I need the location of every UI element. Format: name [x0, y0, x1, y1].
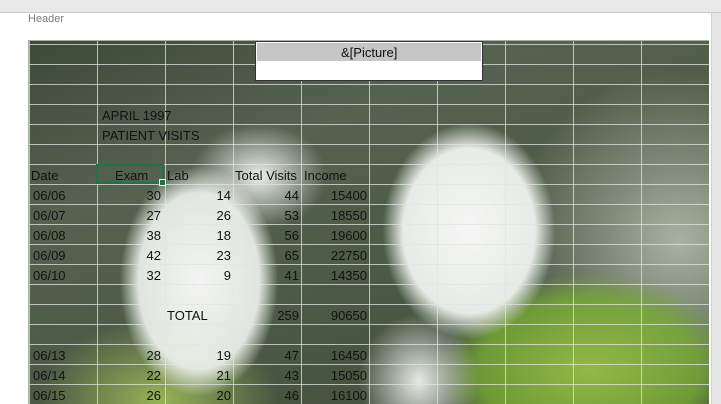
header-picture-field[interactable]: &[Picture]: [255, 41, 483, 81]
lab-cell[interactable]: 20: [165, 388, 231, 404]
header-label: Header: [28, 13, 65, 25]
date-cell[interactable]: 06/09: [33, 248, 93, 264]
total-visits-cell[interactable]: 65: [233, 248, 299, 264]
exam-cell[interactable]: 22: [97, 368, 161, 384]
lab-cell[interactable]: 19: [165, 348, 231, 364]
total-visits-cell[interactable]: 53: [233, 208, 299, 224]
total-income-sum[interactable]: 90650: [301, 308, 367, 324]
date-cell[interactable]: 06/07: [33, 208, 93, 224]
income-cell[interactable]: 18550: [301, 208, 367, 224]
lab-cell[interactable]: 26: [165, 208, 231, 224]
income-cell[interactable]: 19600: [301, 228, 367, 244]
exam-cell[interactable]: 26: [97, 388, 161, 404]
exam-cell[interactable]: 30: [97, 188, 161, 204]
date-cell[interactable]: 06/06: [33, 188, 93, 204]
exam-cell[interactable]: 38: [97, 228, 161, 244]
picture-placeholder-text: &[Picture]: [341, 45, 398, 60]
exam-cell[interactable]: 27: [97, 208, 161, 224]
picture-placeholder-highlight: &[Picture]: [257, 43, 481, 61]
total-visits-cell[interactable]: 46: [233, 388, 299, 404]
income-cell[interactable]: 15400: [301, 188, 367, 204]
column-header-income[interactable]: Income: [304, 168, 347, 184]
exam-cell[interactable]: 32: [97, 268, 161, 284]
column-header-lab[interactable]: Lab: [167, 168, 189, 184]
worksheet-area[interactable]: &[Picture] APRIL 1997 PATIENT VISITS Dat…: [28, 40, 709, 404]
title-month[interactable]: APRIL 1997: [102, 108, 172, 124]
income-cell[interactable]: 14350: [301, 268, 367, 284]
title-subtitle[interactable]: PATIENT VISITS: [102, 128, 200, 144]
column-header-total-visits[interactable]: Total Visits: [235, 168, 297, 184]
total-visits-cell[interactable]: 41: [233, 268, 299, 284]
income-cell[interactable]: 15050: [301, 368, 367, 384]
date-cell[interactable]: 06/15: [33, 388, 93, 404]
total-label[interactable]: TOTAL: [167, 308, 208, 324]
lab-cell[interactable]: 23: [165, 248, 231, 264]
date-cell[interactable]: 06/13: [33, 348, 93, 364]
lab-cell[interactable]: 21: [165, 368, 231, 384]
exam-cell[interactable]: 28: [97, 348, 161, 364]
lab-cell[interactable]: 9: [165, 268, 231, 284]
window-top-edge: [0, 0, 721, 13]
income-cell[interactable]: 16100: [301, 388, 367, 404]
total-visits-cell[interactable]: 44: [233, 188, 299, 204]
exam-cell[interactable]: 42: [97, 248, 161, 264]
date-cell[interactable]: 06/14: [33, 368, 93, 384]
lab-cell[interactable]: 14: [165, 188, 231, 204]
column-header-date[interactable]: Date: [31, 168, 58, 184]
total-visits-cell[interactable]: 43: [233, 368, 299, 384]
date-cell[interactable]: 06/10: [33, 268, 93, 284]
total-visits-cell[interactable]: 56: [233, 228, 299, 244]
active-cell-selection[interactable]: [96, 164, 166, 186]
lab-cell[interactable]: 18: [165, 228, 231, 244]
total-visits-sum[interactable]: 259: [233, 308, 299, 324]
date-cell[interactable]: 06/08: [33, 228, 93, 244]
total-visits-cell[interactable]: 47: [233, 348, 299, 364]
income-cell[interactable]: 22750: [301, 248, 367, 264]
vertical-scrollbar[interactable]: [711, 13, 721, 404]
income-cell[interactable]: 16450: [301, 348, 367, 364]
